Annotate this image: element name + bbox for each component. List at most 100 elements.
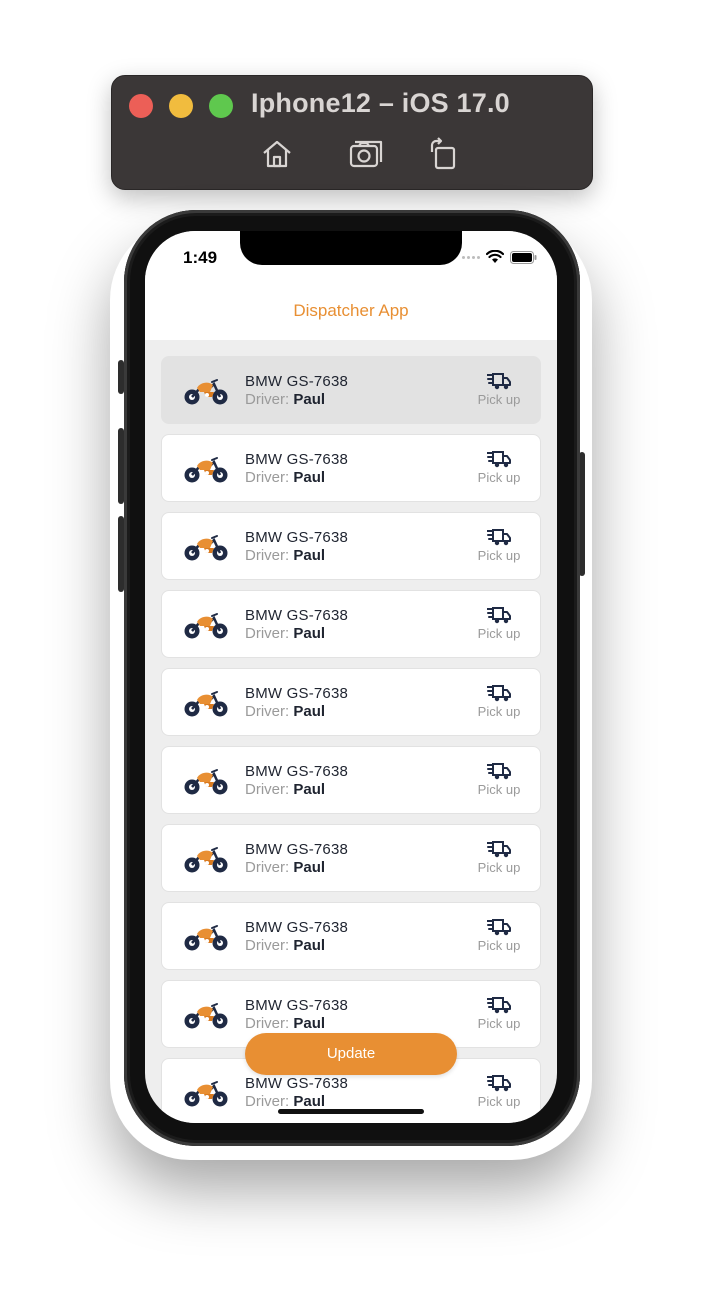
driver-line: Driver: Paul [245,1015,325,1032]
close-window-button[interactable] [129,94,153,118]
vehicle-name: BMW GS-7638 [245,529,349,546]
vehicle-name: BMW GS-7638 [245,841,349,858]
pickup-label: Pick up [477,548,521,563]
vehicle-name: BMW GS-7638 [245,1075,349,1092]
driver-label: Driver: [245,469,290,486]
motorcycle-icon [182,375,230,407]
fast-delivery-truck-icon [487,373,511,390]
vehicle-row[interactable]: BMW GS-7638 Driver: Paul Pick up [161,590,541,658]
vehicle-row[interactable]: BMW GS-7638 Driver: Paul Pick up [161,512,541,580]
driver-line: Driver: Paul [245,625,325,642]
driver-label: Driver: [245,937,290,954]
home-indicator[interactable] [278,1109,424,1114]
fast-delivery-truck-icon [487,685,511,702]
driver-line: Driver: Paul [245,469,325,486]
pickup-label: Pick up [477,704,521,719]
vehicle-row[interactable]: BMW GS-7638 Driver: Paul Pick up [161,356,541,424]
pickup-label: Pick up [477,392,521,407]
motorcycle-icon [182,1077,230,1109]
vehicle-row[interactable]: BMW GS-7638 Driver: Paul Pick up [161,434,541,502]
driver-label: Driver: [245,625,290,642]
fast-delivery-truck-icon [487,997,511,1014]
pickup-button[interactable]: Pick up [476,527,522,563]
pickup-button[interactable]: Pick up [476,917,522,953]
driver-line: Driver: Paul [245,391,325,408]
vehicle-row[interactable]: BMW GS-7638 Driver: Paul Pick up [161,668,541,736]
status-time: 1:49 [183,248,218,267]
signal-icon [462,255,480,259]
pickup-button[interactable]: Pick up [476,449,522,485]
vehicle-list[interactable]: BMW GS-7638 Driver: Paul Pick up BMW GS-… [161,356,541,1123]
vehicle-name: BMW GS-7638 [245,451,349,468]
motorcycle-icon [182,453,230,485]
driver-label: Driver: [245,547,290,564]
wifi-icon [486,250,504,263]
vehicle-name: BMW GS-7638 [245,685,349,702]
driver-label: Driver: [245,1015,290,1032]
driver-label: Driver: [245,391,290,408]
vehicle-name: BMW GS-7638 [245,607,349,624]
simulator-toolbar: Iphone12 – iOS 17.0 [111,75,593,190]
driver-label: Driver: [245,703,290,720]
motorcycle-icon [182,765,230,797]
motorcycle-icon [182,921,230,953]
pickup-button[interactable]: Pick up [476,605,522,641]
driver-name: Paul [293,547,326,564]
simulator-title: Iphone12 – iOS 17.0 [251,88,510,118]
vehicle-name: BMW GS-7638 [245,763,349,780]
update-button[interactable]: Update [245,1033,457,1075]
notch [240,231,462,265]
vehicle-row[interactable]: BMW GS-7638 Driver: Paul Pick up [161,746,541,814]
screenshot-icon[interactable] [347,136,383,172]
pickup-label: Pick up [477,626,521,641]
zoom-window-button[interactable] [209,94,233,118]
fast-delivery-truck-icon [487,607,511,624]
vehicle-name: BMW GS-7638 [245,919,349,936]
pickup-button[interactable]: Pick up [476,371,522,407]
driver-name: Paul [293,859,326,876]
minimize-window-button[interactable] [169,94,193,118]
fast-delivery-truck-icon [487,841,511,858]
driver-label: Driver: [245,781,290,798]
home-icon[interactable] [259,136,295,172]
phone-screen: Dispatcher App 1:49 BMW GS-7638 Driver: … [145,231,557,1123]
fast-delivery-truck-icon [487,763,511,780]
vehicle-row[interactable]: BMW GS-7638 Driver: Paul Pick up [161,902,541,970]
battery-icon [510,250,537,264]
pickup-button[interactable]: Pick up [476,995,522,1031]
motorcycle-icon [182,999,230,1031]
driver-name: Paul [293,469,326,486]
driver-name: Paul [293,781,326,798]
fast-delivery-truck-icon [487,919,511,936]
pickup-label: Pick up [477,860,521,875]
vehicle-name: BMW GS-7638 [245,997,349,1014]
motorcycle-icon [182,687,230,719]
driver-name: Paul [293,1015,326,1032]
pickup-label: Pick up [477,470,521,485]
driver-line: Driver: Paul [245,703,325,720]
status-icons [462,248,537,266]
pickup-button[interactable]: Pick up [476,683,522,719]
driver-name: Paul [293,703,326,720]
driver-name: Paul [293,625,326,642]
fast-delivery-truck-icon [487,451,511,468]
driver-label: Driver: [245,859,290,876]
vehicle-row[interactable]: BMW GS-7638 Driver: Paul Pick up [161,824,541,892]
motorcycle-icon [182,531,230,563]
motorcycle-icon [182,609,230,641]
pickup-label: Pick up [477,1016,521,1031]
page-title: Dispatcher App [293,301,409,320]
fast-delivery-truck-icon [487,1075,511,1092]
pickup-button[interactable]: Pick up [476,761,522,797]
driver-line: Driver: Paul [245,1093,325,1110]
driver-label: Driver: [245,1093,290,1110]
pickup-button[interactable]: Pick up [476,839,522,875]
pickup-label: Pick up [477,1094,521,1109]
driver-name: Paul [293,937,326,954]
driver-name: Paul [293,391,326,408]
fast-delivery-truck-icon [487,529,511,546]
rotate-icon[interactable] [425,136,461,172]
driver-line: Driver: Paul [245,781,325,798]
pickup-button[interactable]: Pick up [476,1073,522,1109]
motorcycle-icon [182,843,230,875]
